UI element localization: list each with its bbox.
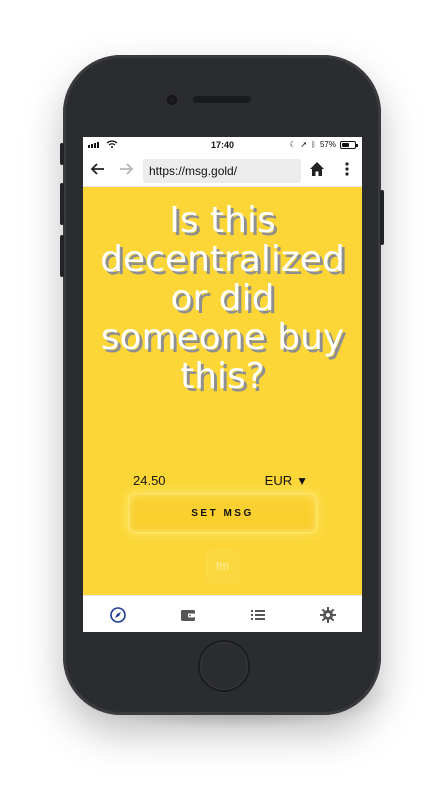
currency-select[interactable]: EUR ▼ xyxy=(265,473,308,488)
tab-bar xyxy=(83,595,362,632)
currency-label: EUR xyxy=(264,473,293,488)
battery-icon xyxy=(340,140,358,149)
home-button[interactable] xyxy=(198,640,250,692)
status-right: ☾ ➚ ᛒ 57% xyxy=(289,140,358,149)
location-icon: ➚ xyxy=(300,140,308,149)
power-button xyxy=(380,190,384,245)
moon-icon: ☾ xyxy=(289,140,297,149)
tab-compass[interactable] xyxy=(83,596,152,632)
forward-arrow-icon[interactable] xyxy=(117,160,135,178)
volume-up-button xyxy=(60,183,64,225)
earpiece-speaker xyxy=(193,96,251,103)
bluetooth-icon: ᛒ xyxy=(311,140,316,149)
fm-logo: fm xyxy=(208,552,237,581)
back-arrow-icon[interactable] xyxy=(89,160,107,178)
tab-settings[interactable] xyxy=(293,596,362,632)
more-vert-icon[interactable] xyxy=(338,160,356,178)
page-headline: Is this decentralized or did someone buy… xyxy=(100,200,345,397)
mute-switch xyxy=(60,143,64,165)
chevron-down-icon: ▼ xyxy=(296,473,308,488)
gear-icon xyxy=(319,606,336,623)
status-bar: 17:40 ☾ ➚ ᛒ 57% xyxy=(83,137,362,153)
volume-down-button xyxy=(60,235,64,277)
phone-screen: 17:40 ☾ ➚ ᛒ 57% https://msg.gold/ Is thi… xyxy=(83,137,362,632)
amount-value[interactable]: 24.50 xyxy=(133,473,166,488)
compass-icon xyxy=(109,606,126,623)
wallet-icon xyxy=(180,609,195,621)
tab-list[interactable] xyxy=(223,596,292,632)
list-icon xyxy=(250,609,265,620)
battery-percent: 57% xyxy=(319,140,336,149)
url-field[interactable]: https://msg.gold/ xyxy=(143,159,301,183)
set-msg-button[interactable]: SET MSG xyxy=(128,493,317,533)
stage: 17:40 ☾ ➚ ᛒ 57% https://msg.gold/ Is thi… xyxy=(0,0,445,785)
home-icon[interactable] xyxy=(308,160,326,178)
browser-toolbar: https://msg.gold/ xyxy=(83,153,362,187)
front-camera xyxy=(167,95,177,105)
tab-wallet[interactable] xyxy=(153,596,222,632)
